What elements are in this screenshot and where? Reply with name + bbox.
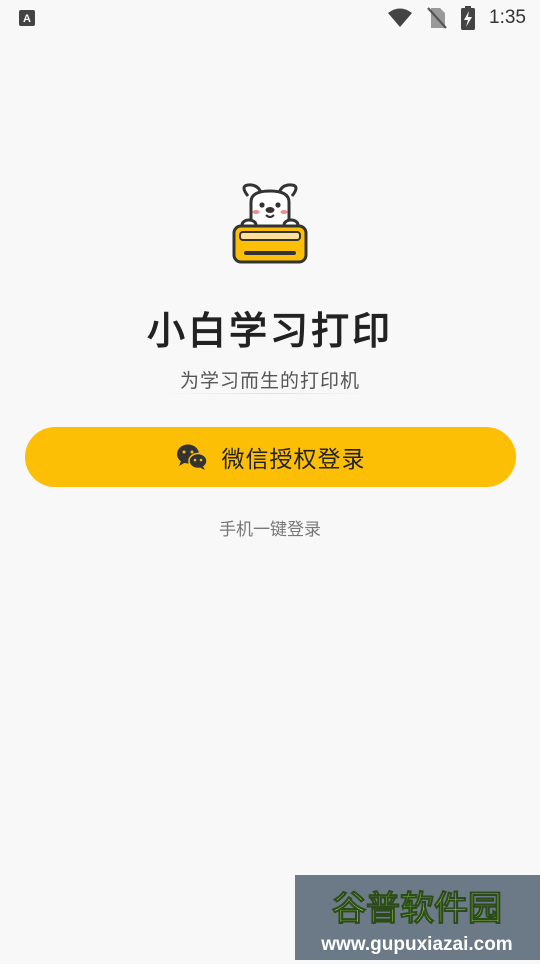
status-time: 1:35: [489, 7, 526, 28]
no-sim-icon: [427, 7, 447, 29]
app-logo: [228, 180, 312, 268]
app-notification-icon: A: [19, 10, 35, 26]
status-bar: A 1:35: [0, 0, 540, 36]
svg-text:www.gupuxiazai.com: www.gupuxiazai.com: [320, 934, 512, 955]
wechat-icon: [176, 444, 208, 470]
wechat-login-button[interactable]: 微信授权登录: [25, 427, 516, 487]
dog-printer-logo-icon: [232, 183, 308, 264]
watermark-graphic: 谷普软件园 www.gupuxiazai.com: [320, 889, 512, 956]
wechat-login-label: 微信授权登录: [221, 446, 366, 472]
app-subtitle: 为学习而生的打印机: [179, 370, 360, 392]
phone-login-link[interactable]: 手机一键登录: [0, 515, 540, 540]
watermark: 谷普软件园 www.gupuxiazai.com: [295, 875, 540, 960]
svg-text:A: A: [23, 13, 31, 25]
battery-charging-icon: [461, 6, 476, 30]
status-icons: 1:35: [387, 0, 526, 36]
wifi-icon: [388, 8, 413, 27]
svg-text:谷普软件园: 谷普软件园: [332, 889, 502, 929]
subtitle-divider: [160, 393, 380, 394]
app-title: 小白学习打印: [146, 309, 393, 353]
